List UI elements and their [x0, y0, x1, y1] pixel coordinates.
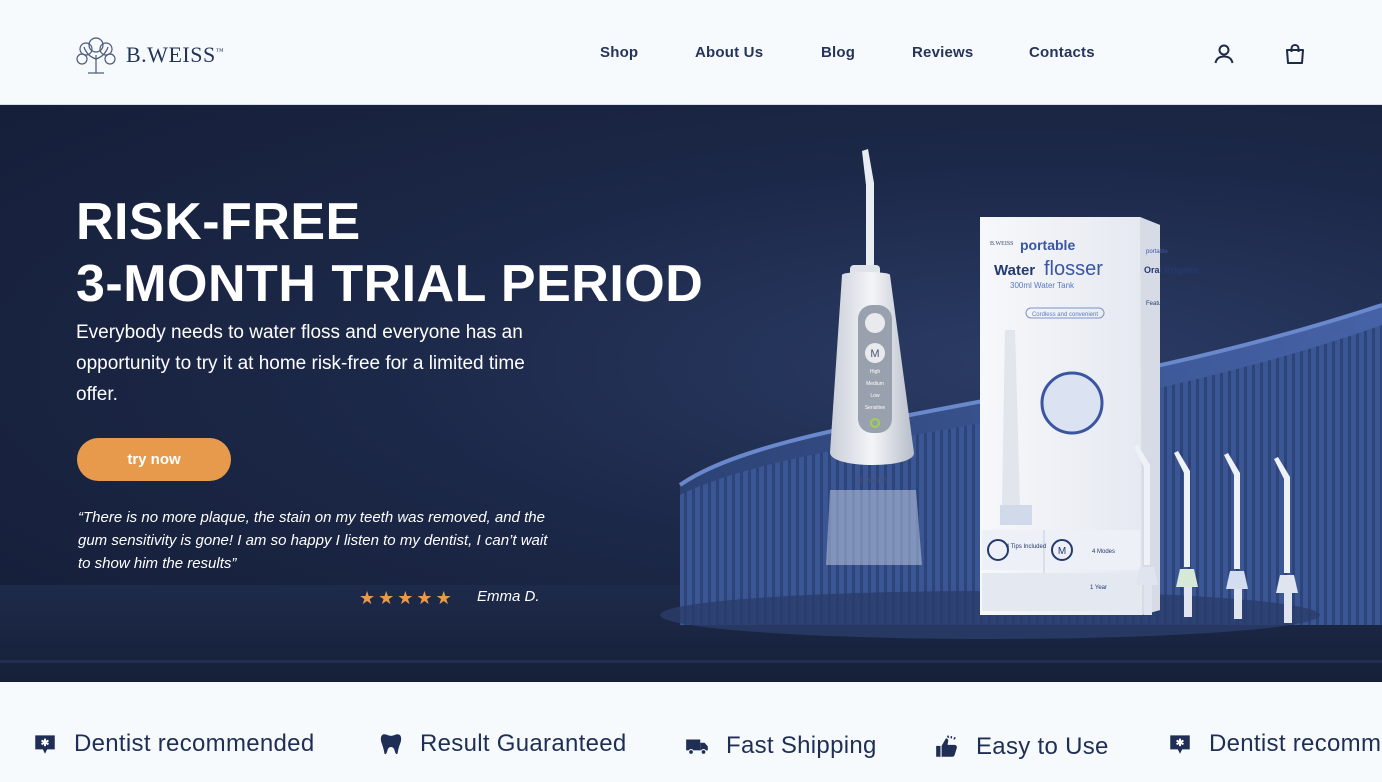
- hero-title: RISK-FREE 3-MONTH TRIAL PERIOD: [76, 191, 703, 315]
- testimonial-quote: “There is no more plaque, the stain on m…: [78, 509, 548, 572]
- star-icon: ★: [359, 588, 376, 608]
- try-now-button[interactable]: try now: [77, 438, 231, 481]
- svg-text:Oral Irrigator: Oral Irrigator: [1144, 265, 1200, 275]
- features-strip: Dentist recommended Result Guaranteed Fa…: [0, 682, 1382, 782]
- star-icon: ★: [378, 588, 395, 608]
- nav-item-about-us[interactable]: About Us: [695, 44, 763, 61]
- rating-stars: ★ ★ ★ ★ ★: [359, 589, 452, 607]
- tree-logo-icon: [76, 37, 116, 74]
- nav-item-contacts[interactable]: Contacts: [1029, 44, 1095, 61]
- site-header: B.WEISS™ Shop About Us Blog Reviews Cont…: [0, 0, 1382, 105]
- brand-name: B.WEISS™: [126, 42, 225, 67]
- reviewer-name: Emma D.: [477, 588, 540, 605]
- truck-icon: [686, 739, 708, 755]
- feature-dentist-recommended-repeat: Dentist recommended: [1167, 730, 1382, 758]
- star-icon: ★: [397, 588, 414, 608]
- svg-text:Water: Water: [994, 262, 1035, 279]
- star-icon: ★: [435, 588, 452, 608]
- medical-star-icon: [1170, 735, 1190, 754]
- svg-text:portable: portable: [1020, 237, 1075, 253]
- svg-text:M: M: [1058, 546, 1066, 557]
- feature-label: Result Guaranteed: [420, 730, 627, 757]
- water-flosser-device: M High Medium Low Sensitive B.WEISS: [826, 149, 922, 565]
- brand-logo[interactable]: B.WEISS™: [74, 35, 224, 75]
- nav-item-blog[interactable]: Blog: [821, 44, 855, 61]
- feature-easy-to-use: Easy to Use: [934, 733, 1109, 761]
- svg-text:Features: Features: [1146, 301, 1170, 307]
- svg-text:Low: Low: [870, 393, 880, 399]
- svg-text:portable: portable: [1146, 249, 1168, 255]
- nav-item-shop[interactable]: Shop: [600, 44, 638, 61]
- svg-text:High: High: [870, 369, 881, 375]
- svg-text:300ml Water Tank: 300ml Water Tank: [1010, 281, 1075, 290]
- thumbs-up-icon: [936, 735, 957, 757]
- nav-item-reviews[interactable]: Reviews: [912, 44, 973, 61]
- svg-text:Sensitive: Sensitive: [865, 405, 886, 411]
- hero-description: Everybody needs to water floss and every…: [76, 322, 525, 405]
- shopping-bag-icon[interactable]: [1283, 42, 1307, 66]
- svg-text:M: M: [870, 348, 879, 360]
- feature-dentist-recommended: Dentist recommended: [32, 730, 314, 758]
- svg-text:4 Tips Included: 4 Tips Included: [1006, 544, 1046, 550]
- medical-star-icon: [35, 735, 55, 754]
- hero-banner: M High Medium Low Sensitive B.WEISS B.WE…: [0, 105, 1382, 682]
- product-image: M High Medium Low Sensitive B.WEISS B.WE…: [660, 149, 1382, 639]
- hero-title-line-2: 3-MONTH TRIAL PERIOD: [76, 255, 704, 313]
- feature-label: Dentist recommended: [74, 730, 315, 757]
- feature-label: Easy to Use: [976, 733, 1109, 760]
- feature-label: Dentist recommended: [1209, 730, 1382, 757]
- feature-label: Fast Shipping: [726, 732, 877, 759]
- svg-text:B.WEISS: B.WEISS: [990, 241, 1014, 247]
- svg-text:1 Year: 1 Year: [1090, 585, 1107, 591]
- hero-title-line-1: RISK-FREE: [76, 193, 361, 251]
- svg-text:Medium: Medium: [866, 381, 884, 387]
- svg-text:B.WEISS: B.WEISS: [857, 476, 888, 485]
- tooth-icon: [380, 734, 402, 755]
- user-icon[interactable]: [1212, 42, 1236, 66]
- star-icon: ★: [416, 588, 433, 608]
- feature-fast-shipping: Fast Shipping: [684, 732, 877, 760]
- feature-result-guaranteed: Result Guaranteed: [378, 730, 627, 758]
- svg-text:Cordless and convenient: Cordless and convenient: [1032, 312, 1098, 318]
- svg-text:flosser: flosser: [1044, 258, 1103, 280]
- svg-text:4 Modes: 4 Modes: [1092, 549, 1115, 555]
